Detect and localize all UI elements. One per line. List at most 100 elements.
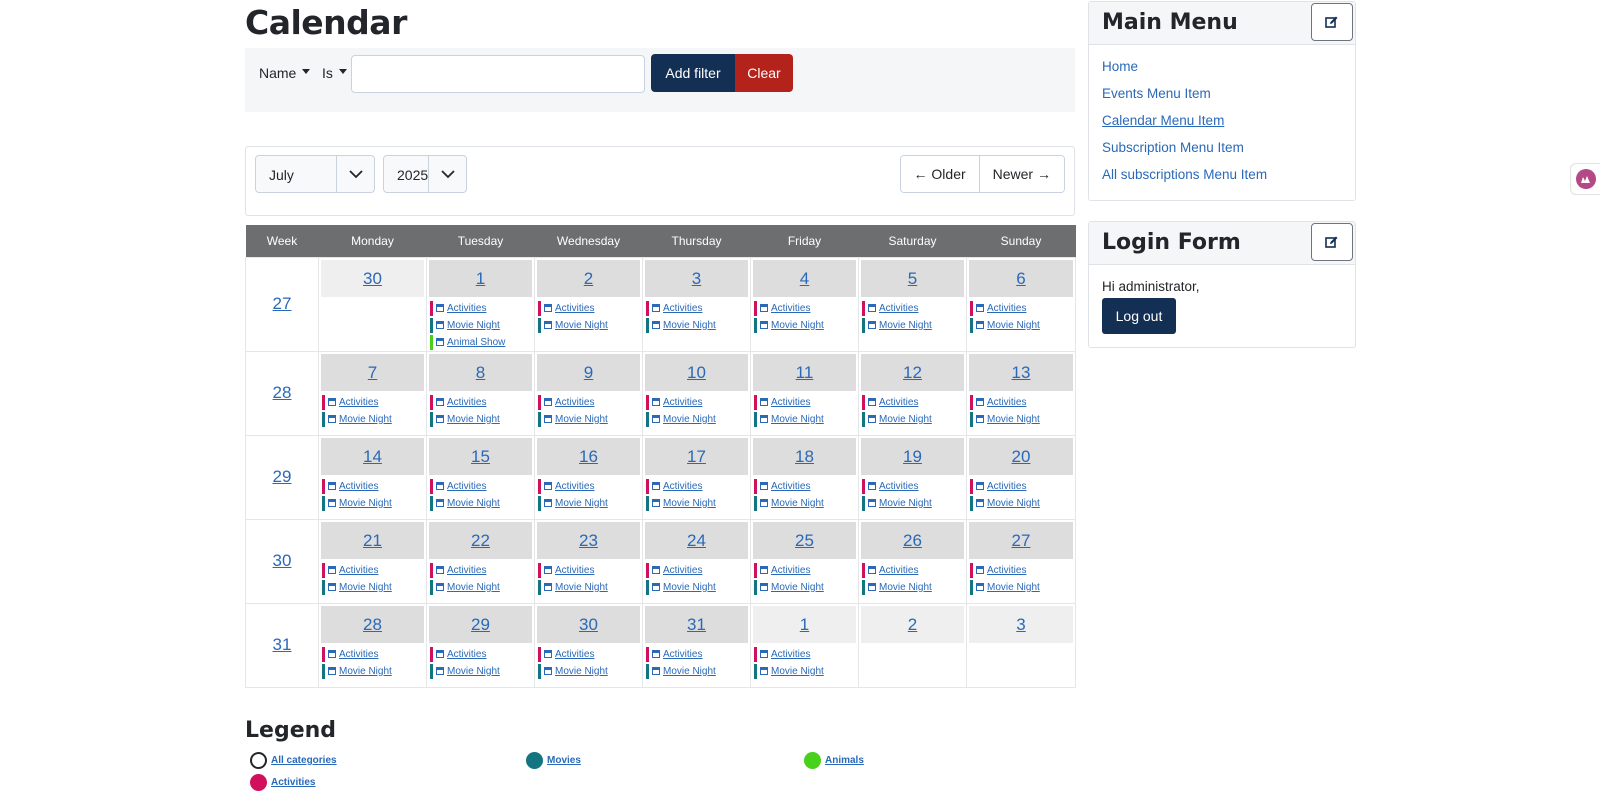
edit-login-form-button[interactable] bbox=[1311, 223, 1353, 261]
day-number-link[interactable]: 3 bbox=[1016, 615, 1025, 634]
main-menu-link[interactable]: Calendar Menu Item bbox=[1102, 113, 1224, 128]
day-number-link[interactable]: 7 bbox=[368, 363, 377, 382]
day-number-link[interactable]: 25 bbox=[795, 531, 814, 550]
floating-widget-button[interactable] bbox=[1570, 163, 1600, 195]
event-link[interactable]: Movie Night bbox=[447, 320, 500, 331]
event-link[interactable]: Activities bbox=[339, 649, 378, 660]
day-number-link[interactable]: 27 bbox=[1012, 531, 1031, 550]
event-link[interactable]: Movie Night bbox=[447, 666, 500, 677]
main-menu-link[interactable]: All subscriptions Menu Item bbox=[1102, 167, 1267, 182]
event-link[interactable]: Activities bbox=[663, 649, 702, 660]
legend-link[interactable]: Activities bbox=[271, 777, 315, 788]
day-number-link[interactable]: 28 bbox=[363, 615, 382, 634]
event-link[interactable]: Movie Night bbox=[339, 666, 392, 677]
event-link[interactable]: Movie Night bbox=[555, 582, 608, 593]
day-number-link[interactable]: 29 bbox=[471, 615, 490, 634]
day-number-link[interactable]: 16 bbox=[579, 447, 598, 466]
edit-main-menu-button[interactable] bbox=[1311, 3, 1353, 41]
day-number-link[interactable]: 9 bbox=[584, 363, 593, 382]
day-number-link[interactable]: 14 bbox=[363, 447, 382, 466]
day-number-link[interactable]: 2 bbox=[908, 615, 917, 634]
main-menu-link[interactable]: Home bbox=[1102, 59, 1138, 74]
event-link[interactable]: Movie Night bbox=[771, 582, 824, 593]
event-link[interactable]: Movie Night bbox=[771, 666, 824, 677]
older-button[interactable]: ← Older bbox=[900, 156, 979, 192]
event-link[interactable]: Activities bbox=[879, 565, 918, 576]
event-link[interactable]: Movie Night bbox=[879, 498, 932, 509]
event-link[interactable]: Activities bbox=[339, 481, 378, 492]
day-number-link[interactable]: 23 bbox=[579, 531, 598, 550]
event-link[interactable]: Movie Night bbox=[663, 666, 716, 677]
event-link[interactable]: Activities bbox=[555, 303, 594, 314]
day-number-link[interactable]: 10 bbox=[687, 363, 706, 382]
event-link[interactable]: Activities bbox=[447, 481, 486, 492]
day-number-link[interactable]: 18 bbox=[795, 447, 814, 466]
event-link[interactable]: Movie Night bbox=[879, 320, 932, 331]
event-link[interactable]: Activities bbox=[879, 481, 918, 492]
newer-button[interactable]: Newer → bbox=[978, 156, 1064, 192]
event-link[interactable]: Movie Night bbox=[663, 582, 716, 593]
event-link[interactable]: Activities bbox=[879, 303, 918, 314]
event-link[interactable]: Activities bbox=[663, 565, 702, 576]
event-link[interactable]: Movie Night bbox=[555, 498, 608, 509]
main-menu-link[interactable]: Subscription Menu Item bbox=[1102, 140, 1244, 155]
event-link[interactable]: Movie Night bbox=[987, 320, 1040, 331]
day-number-link[interactable]: 26 bbox=[903, 531, 922, 550]
log-out-button[interactable]: Log out bbox=[1102, 298, 1176, 334]
event-link[interactable]: Activities bbox=[555, 397, 594, 408]
week-number-link[interactable]: 28 bbox=[273, 383, 292, 402]
event-link[interactable]: Activities bbox=[771, 565, 810, 576]
day-number-link[interactable]: 5 bbox=[908, 269, 917, 288]
event-link[interactable]: Movie Night bbox=[663, 320, 716, 331]
day-number-link[interactable]: 2 bbox=[584, 269, 593, 288]
event-link[interactable]: Movie Night bbox=[771, 498, 824, 509]
clear-filter-button[interactable]: Clear bbox=[735, 54, 793, 92]
event-link[interactable]: Activities bbox=[771, 481, 810, 492]
event-link[interactable]: Activities bbox=[771, 303, 810, 314]
filter-field-dropdown[interactable]: Name bbox=[259, 65, 311, 81]
main-menu-link[interactable]: Events Menu Item bbox=[1102, 86, 1211, 101]
legend-link[interactable]: Animals bbox=[825, 755, 864, 766]
day-number-link[interactable]: 6 bbox=[1016, 269, 1025, 288]
event-link[interactable]: Activities bbox=[879, 397, 918, 408]
day-number-link[interactable]: 13 bbox=[1012, 363, 1031, 382]
event-link[interactable]: Activities bbox=[339, 565, 378, 576]
event-link[interactable]: Activities bbox=[987, 481, 1026, 492]
day-number-link[interactable]: 20 bbox=[1012, 447, 1031, 466]
month-select[interactable]: July bbox=[255, 155, 375, 193]
filter-value-input[interactable] bbox=[351, 55, 645, 93]
day-number-link[interactable]: 30 bbox=[579, 615, 598, 634]
week-number-link[interactable]: 30 bbox=[273, 551, 292, 570]
event-link[interactable]: Activities bbox=[663, 397, 702, 408]
event-link[interactable]: Movie Night bbox=[879, 582, 932, 593]
week-number-link[interactable]: 31 bbox=[273, 635, 292, 654]
day-number-link[interactable]: 31 bbox=[687, 615, 706, 634]
day-number-link[interactable]: 12 bbox=[903, 363, 922, 382]
week-number-link[interactable]: 29 bbox=[273, 467, 292, 486]
day-number-link[interactable]: 22 bbox=[471, 531, 490, 550]
legend-link[interactable]: All categories bbox=[271, 755, 337, 766]
day-number-link[interactable]: 21 bbox=[363, 531, 382, 550]
event-link[interactable]: Movie Night bbox=[771, 320, 824, 331]
event-link[interactable]: Activities bbox=[663, 303, 702, 314]
event-link[interactable]: Animal Show bbox=[447, 337, 505, 348]
event-link[interactable]: Activities bbox=[555, 481, 594, 492]
filter-operator-dropdown[interactable]: Is bbox=[322, 65, 347, 81]
event-link[interactable]: Movie Night bbox=[447, 498, 500, 509]
event-link[interactable]: Movie Night bbox=[447, 414, 500, 425]
event-link[interactable]: Movie Night bbox=[987, 582, 1040, 593]
event-link[interactable]: Movie Night bbox=[555, 666, 608, 677]
event-link[interactable]: Activities bbox=[771, 649, 810, 660]
event-link[interactable]: Activities bbox=[663, 481, 702, 492]
event-link[interactable]: Movie Night bbox=[663, 414, 716, 425]
year-select[interactable]: 2025 bbox=[383, 155, 467, 193]
event-link[interactable]: Activities bbox=[447, 397, 486, 408]
day-number-link[interactable]: 17 bbox=[687, 447, 706, 466]
event-link[interactable]: Movie Night bbox=[339, 414, 392, 425]
day-number-link[interactable]: 24 bbox=[687, 531, 706, 550]
day-number-link[interactable]: 1 bbox=[800, 615, 809, 634]
day-number-link[interactable]: 3 bbox=[692, 269, 701, 288]
event-link[interactable]: Movie Night bbox=[339, 582, 392, 593]
event-link[interactable]: Movie Night bbox=[663, 498, 716, 509]
event-link[interactable]: Movie Night bbox=[339, 498, 392, 509]
